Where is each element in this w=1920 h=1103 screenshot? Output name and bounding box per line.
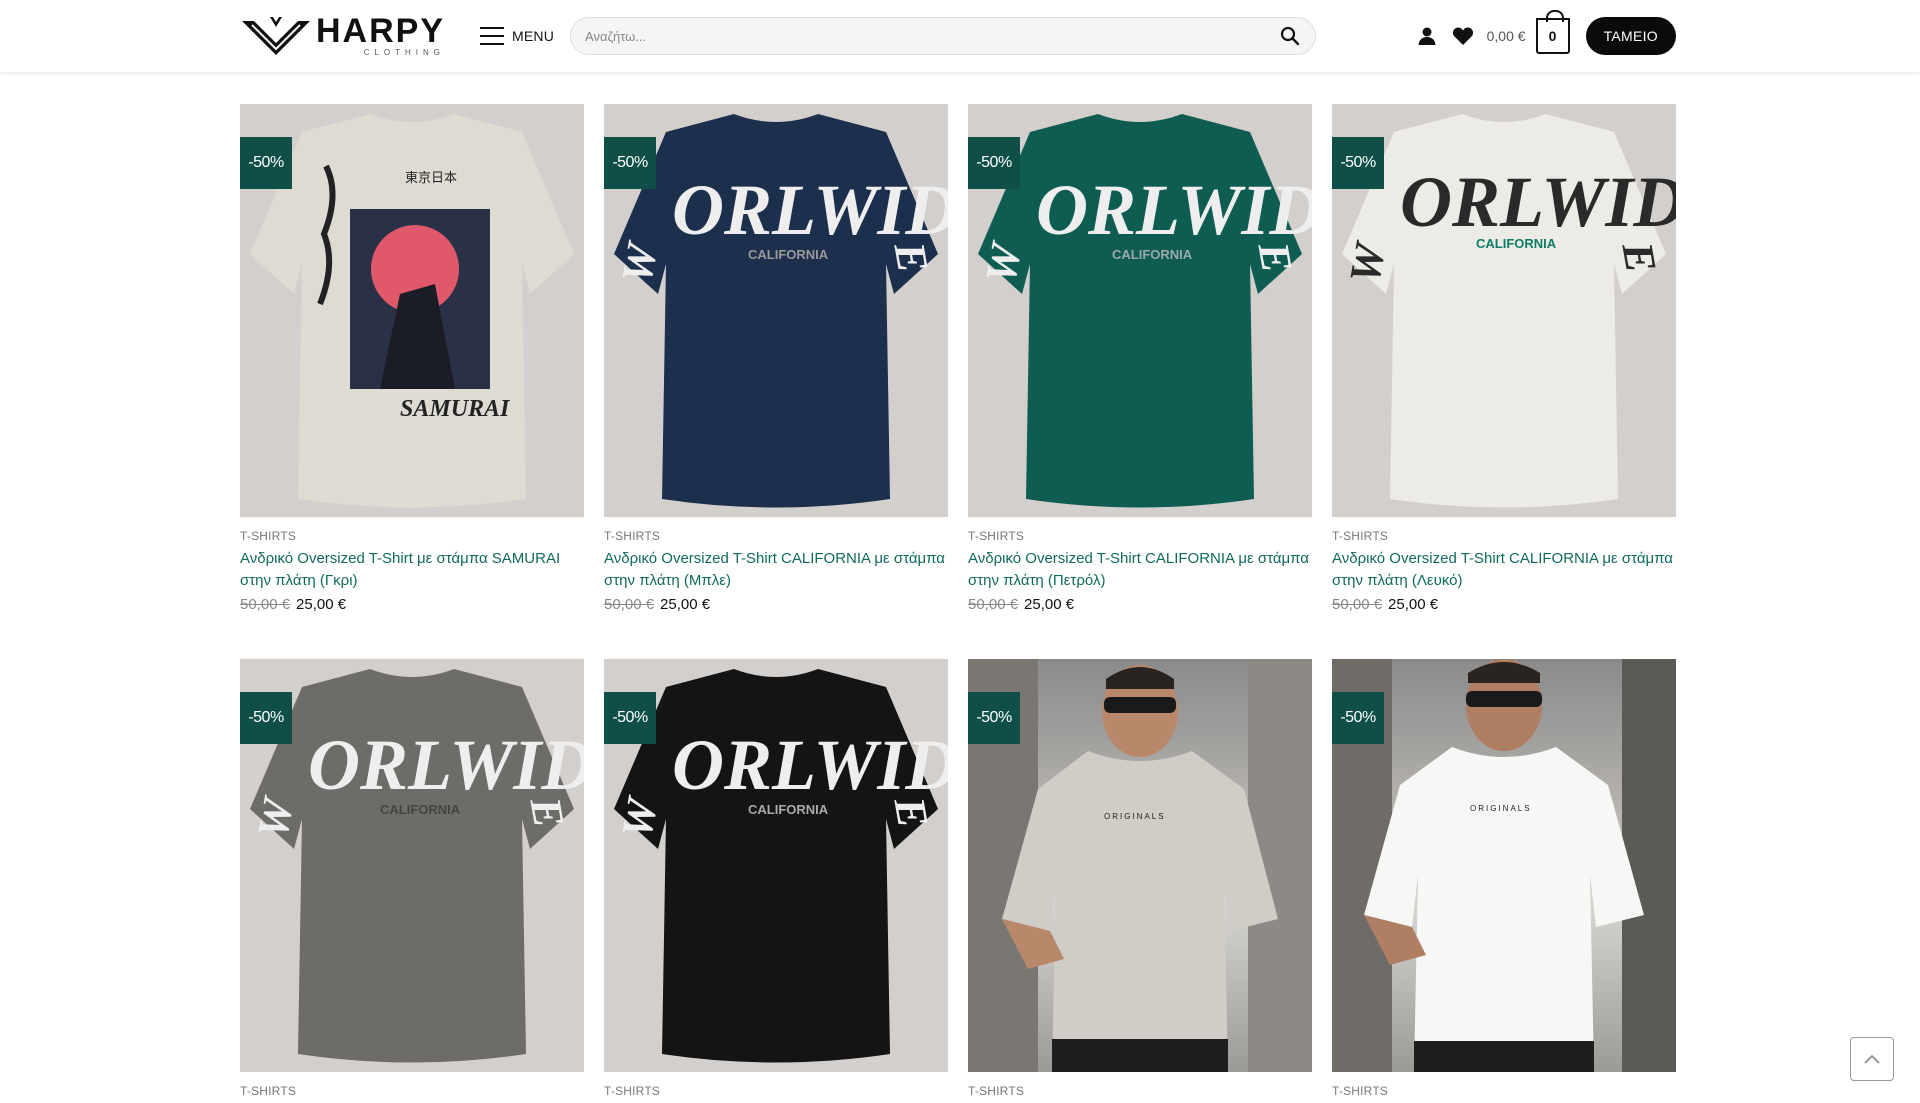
product-image[interactable]: ORIGINALS -50% [1332, 659, 1676, 1072]
product-card: ORLWID W E CALIFORNIA -50% T-SHIRTS [604, 659, 948, 1098]
discount-badge: -50% [1332, 137, 1384, 189]
product-card: ORIGINALS -50% T-SHIRTS [968, 659, 1312, 1098]
product-category[interactable]: T-SHIRTS [968, 1084, 1312, 1098]
sale-price: 25,00 € [296, 596, 347, 613]
product-image[interactable]: ORIGINALS -50% [968, 659, 1312, 1072]
print-worldwide: ORLWID [308, 725, 584, 805]
product-category[interactable]: T-SHIRTS [604, 529, 948, 543]
product-title[interactable]: Ανδρικό Oversized T-Shirt CALIFORNIA με … [968, 548, 1312, 592]
product-category[interactable]: T-SHIRTS [1332, 1084, 1676, 1098]
product-category[interactable]: T-SHIRTS [240, 1084, 584, 1098]
old-price: 50,00 € [240, 596, 291, 613]
product-card: 東京日本 SAMURAI -50% T-SHIRTS Ανδρικό Overs… [240, 104, 584, 613]
print-california: CALIFORNIA [748, 802, 829, 817]
product-card: ORLWID W E CALIFORNIA -50% T-SHIRTS Ανδρ… [1332, 104, 1676, 613]
discount-badge: -50% [240, 692, 292, 744]
logo[interactable]: HARPY CLOTHING [240, 11, 456, 61]
product-category[interactable]: T-SHIRTS [1332, 529, 1676, 543]
print-california: CALIFORNIA [380, 802, 461, 817]
print-worldwide: ORLWID [1400, 162, 1676, 242]
old-price: 50,00 € [968, 596, 1019, 613]
checkout-button[interactable]: ΤΑΜΕΙΟ [1585, 17, 1676, 55]
hamburger-icon [480, 27, 504, 45]
wishlist-heart-icon[interactable] [1451, 24, 1475, 48]
discount-badge: -50% [968, 137, 1020, 189]
discount-badge: -50% [968, 692, 1020, 744]
product-title[interactable]: Ανδρικό Oversized T-Shirt CALIFORNIA με … [1332, 548, 1676, 592]
print-california: CALIFORNIA [748, 247, 829, 262]
old-price: 50,00 € [604, 596, 655, 613]
sale-price: 25,00 € [660, 596, 711, 613]
sale-price: 25,00 € [1024, 596, 1075, 613]
cart-total[interactable]: 0,00 € [1487, 28, 1526, 44]
logo-wordmark: HARPY [316, 12, 446, 50]
product-image[interactable]: ORLWID W E CALIFORNIA -50% [968, 104, 1312, 517]
product-image[interactable]: ORLWID W E CALIFORNIA -50% [1332, 104, 1676, 517]
product-card: ORLWID W E CALIFORNIA -50% T-SHIRTS [240, 659, 584, 1098]
back-to-top-button[interactable] [1850, 1037, 1894, 1081]
product-category[interactable]: T-SHIRTS [604, 1084, 948, 1098]
cart-bag-icon[interactable]: 0 [1535, 10, 1570, 54]
print-california: CALIFORNIA [1476, 236, 1557, 251]
product-price: 50,00 € 25,00 € [240, 596, 584, 613]
search-input[interactable] [585, 28, 1280, 44]
print-worldwide: ORLWID [672, 170, 948, 250]
print-originals: ORIGINALS [1470, 804, 1532, 813]
menu-button[interactable]: MENU [480, 27, 554, 45]
product-price: 50,00 € 25,00 € [1332, 596, 1676, 613]
cart-count: 0 [1548, 28, 1557, 44]
search-bar [570, 17, 1317, 55]
chevron-up-icon [1864, 1054, 1880, 1064]
site-header: HARPY CLOTHING MENU 0,00 € 0 ΤΑΜΕΙΟ [0, 0, 1920, 72]
product-category[interactable]: T-SHIRTS [240, 529, 584, 543]
product-image[interactable]: 東京日本 SAMURAI -50% [240, 104, 584, 517]
product-image[interactable]: ORLWID W E CALIFORNIA -50% [604, 104, 948, 517]
product-card: ORIGINALS -50% T-SHIRTS [1332, 659, 1676, 1098]
product-card: ORLWID W E CALIFORNIA -50% T-SHIRTS Ανδρ… [968, 104, 1312, 613]
discount-badge: -50% [240, 137, 292, 189]
product-title[interactable]: Ανδρικό Oversized T-Shirt με στάμπα SAMU… [240, 548, 584, 592]
print-worldwide: ORLWID [1036, 170, 1312, 250]
product-card: ORLWID W E CALIFORNIA -50% T-SHIRTS Ανδρ… [604, 104, 948, 613]
product-price: 50,00 € 25,00 € [968, 596, 1312, 613]
sale-price: 25,00 € [1388, 596, 1439, 613]
print-samurai: SAMURAI [400, 396, 511, 422]
discount-badge: -50% [1332, 692, 1384, 744]
logo-subtitle: CLOTHING [363, 48, 446, 57]
print-originals: ORIGINALS [1104, 812, 1166, 821]
discount-badge: -50% [604, 137, 656, 189]
harpy-wings-icon [242, 17, 310, 55]
print-worldwide: ORLWID [672, 725, 948, 805]
product-price: 50,00 € 25,00 € [604, 596, 948, 613]
product-image[interactable]: ORLWID W E CALIFORNIA -50% [604, 659, 948, 1072]
discount-badge: -50% [604, 692, 656, 744]
old-price: 50,00 € [1332, 596, 1383, 613]
product-category[interactable]: T-SHIRTS [968, 529, 1312, 543]
product-image[interactable]: ORLWID W E CALIFORNIA -50% [240, 659, 584, 1072]
print-kanji: 東京日本 [405, 170, 457, 185]
account-icon[interactable] [1415, 24, 1439, 48]
menu-label: MENU [512, 28, 555, 44]
print-california: CALIFORNIA [1112, 247, 1193, 262]
product-title[interactable]: Ανδρικό Oversized T-Shirt CALIFORNIA με … [604, 548, 948, 592]
search-icon[interactable] [1279, 25, 1301, 47]
